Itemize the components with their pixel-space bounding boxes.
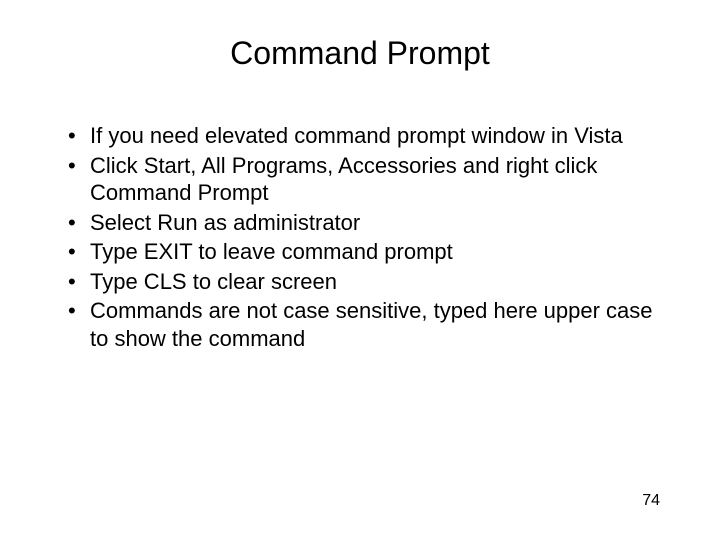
list-item: Type EXIT to leave command prompt [68, 238, 670, 266]
list-item: Select Run as administrator [68, 209, 670, 237]
slide-container: Command Prompt If you need elevated comm… [0, 0, 720, 540]
page-number: 74 [642, 492, 660, 510]
list-item: Commands are not case sensitive, typed h… [68, 297, 670, 352]
list-item: If you need elevated command prompt wind… [68, 122, 670, 150]
list-item: Type CLS to clear screen [68, 268, 670, 296]
slide-title: Command Prompt [50, 35, 670, 72]
list-item: Click Start, All Programs, Accessories a… [68, 152, 670, 207]
bullet-list: If you need elevated command prompt wind… [50, 122, 670, 352]
